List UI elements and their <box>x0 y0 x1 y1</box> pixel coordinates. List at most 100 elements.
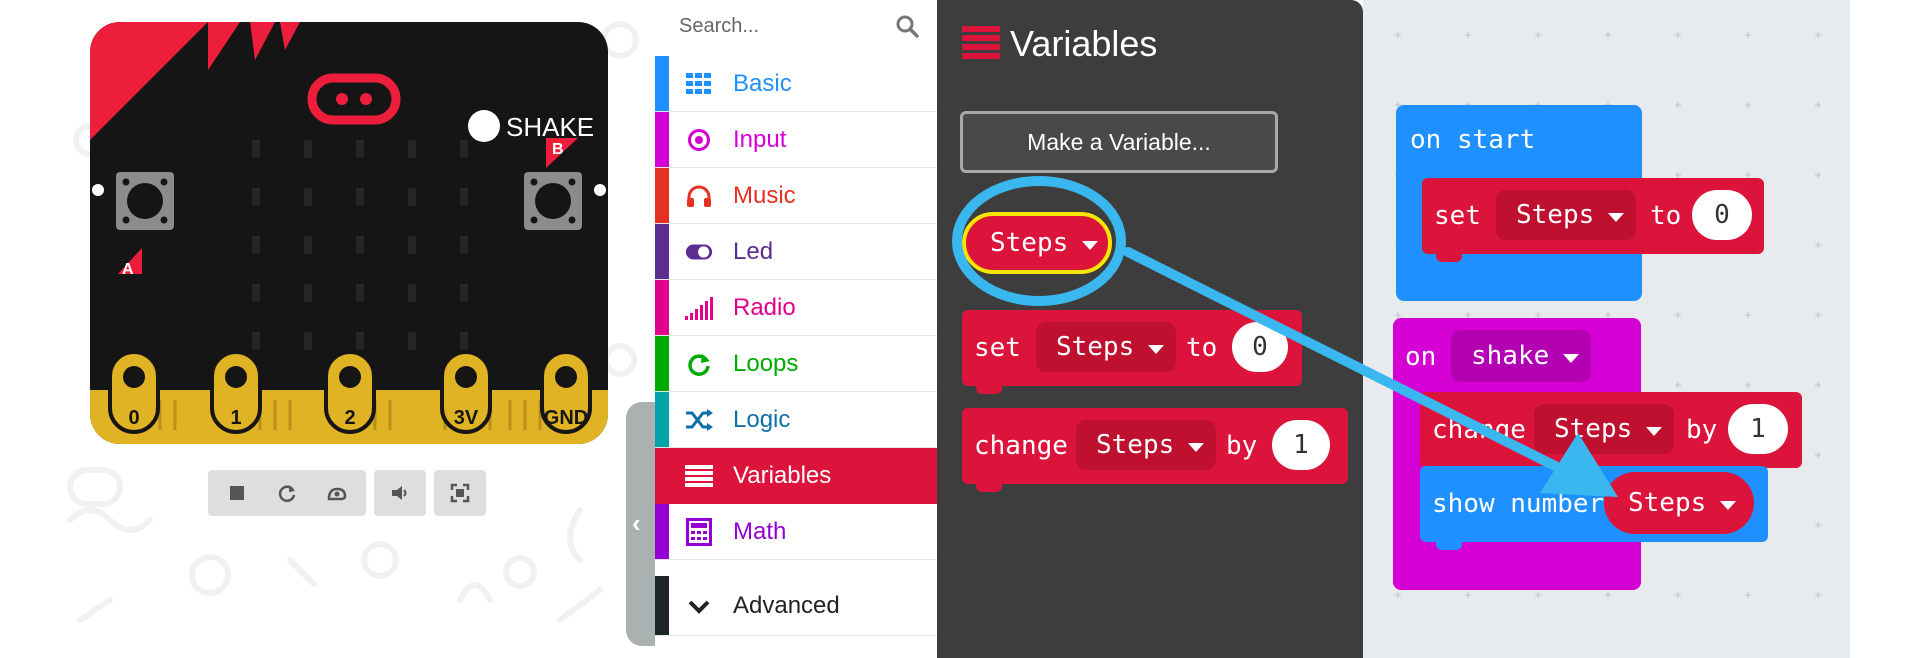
category-radio[interactable]: Radio <box>655 280 937 336</box>
pin-label: GND <box>544 407 588 429</box>
dropdown-value: Steps <box>1056 332 1135 362</box>
collapse-simulator-handle[interactable] <box>626 402 658 646</box>
calculator-icon <box>685 518 713 546</box>
headphones-icon <box>685 183 713 209</box>
search-icon[interactable] <box>895 14 921 40</box>
restart-button[interactable] <box>262 482 312 504</box>
category-color-bar <box>655 504 669 559</box>
list-icon <box>685 463 713 489</box>
block-keyword: show number <box>1432 489 1605 519</box>
sound-button[interactable] <box>374 470 426 516</box>
block-notch <box>976 380 1002 394</box>
block-notch <box>1436 248 1462 262</box>
chevron-down-icon <box>1646 426 1663 436</box>
variable-dropdown[interactable]: Steps <box>1036 322 1176 372</box>
category-label: Music <box>733 182 796 209</box>
flyout-title: Variables <box>1010 23 1158 64</box>
chevron-down-icon <box>1720 500 1737 510</box>
block-notch <box>1436 536 1462 550</box>
stop-button[interactable] <box>212 482 262 504</box>
page-margin <box>1850 0 1920 658</box>
make-variable-button[interactable]: Make a Variable... <box>960 111 1278 173</box>
category-math[interactable]: Math <box>655 504 937 560</box>
category-logic[interactable]: Logic <box>655 392 937 448</box>
category-color-bar <box>655 392 669 447</box>
signal-bars-icon <box>685 295 713 321</box>
chevron-left-icon: ‹ <box>632 508 641 538</box>
block-keyword: change <box>974 431 1068 461</box>
set-variable-block[interactable]: set Steps to 0 <box>962 310 1302 386</box>
fullscreen-button[interactable] <box>434 470 486 516</box>
category-label: Radio <box>733 294 796 321</box>
event-dropdown[interactable]: shake <box>1451 330 1591 382</box>
show-number-block[interactable]: show number Steps <box>1420 466 1768 542</box>
toggle-icon <box>685 239 713 265</box>
category-label: Variables <box>733 462 832 489</box>
category-label: Advanced <box>733 592 840 619</box>
button-b-label: B <box>552 141 564 158</box>
category-color-bar <box>655 112 669 167</box>
shuffle-icon <box>685 407 713 433</box>
change-variable-block[interactable]: change Steps by 1 <box>1420 392 1802 468</box>
dropdown-value: Steps <box>1516 200 1595 230</box>
chevron-down-icon <box>1608 212 1625 222</box>
sim-controls-group <box>208 470 366 516</box>
block-keyword: change <box>1432 415 1526 445</box>
block-label: on start <box>1410 125 1536 155</box>
search-input[interactable] <box>677 14 881 39</box>
variable-name: Steps <box>1628 488 1707 518</box>
dropdown-value: shake <box>1471 341 1550 371</box>
shake-label: SHAKE <box>506 112 594 142</box>
slow-motion-icon <box>327 487 347 501</box>
stop-icon <box>230 486 244 500</box>
list-icon <box>962 26 1000 59</box>
category-advanced[interactable]: Advanced <box>655 576 937 636</box>
target-icon <box>685 127 713 153</box>
variable-reporter-steps[interactable]: Steps <box>962 212 1112 274</box>
chevron-down-icon <box>1148 344 1165 354</box>
number-input[interactable]: 0 <box>1232 322 1288 372</box>
number-input[interactable]: 1 <box>1272 420 1330 470</box>
chevron-down-icon <box>685 594 713 620</box>
dropdown-value: Steps <box>1554 414 1633 444</box>
number-input[interactable]: 0 <box>1692 190 1752 240</box>
variable-dropdown[interactable]: Steps <box>1496 190 1636 240</box>
block-keyword: to <box>1650 201 1682 231</box>
category-color-bar <box>655 56 669 111</box>
variable-dropdown[interactable]: Steps <box>1534 404 1674 454</box>
block-notch <box>976 478 1002 492</box>
category-label: Math <box>733 518 787 545</box>
category-color-bar <box>655 168 669 223</box>
change-variable-block[interactable]: change Steps by 1 <box>962 408 1348 484</box>
category-variables[interactable]: Variables <box>655 448 937 504</box>
shake-icon <box>468 110 500 142</box>
dropdown-value: Steps <box>1096 430 1175 460</box>
variable-reporter-steps[interactable]: Steps <box>1604 472 1754 534</box>
microbit-board[interactable]: SHAKE A B 0 1 2 3V GND <box>90 22 608 444</box>
category-basic[interactable]: Basic <box>655 56 937 112</box>
number-input[interactable]: 1 <box>1728 404 1788 454</box>
block-keyword: set <box>1434 201 1481 231</box>
category-loops[interactable]: Loops <box>655 336 937 392</box>
grid-icon <box>685 71 713 97</box>
chevron-down-icon <box>1188 442 1205 452</box>
fullscreen-icon <box>450 483 470 503</box>
category-label: Loops <box>733 350 799 377</box>
variable-dropdown[interactable]: Steps <box>1076 420 1216 470</box>
set-variable-block[interactable]: set Steps to 0 <box>1422 178 1764 254</box>
category-color-bar <box>655 336 669 391</box>
category-label: Led <box>733 238 774 265</box>
slow-motion-button[interactable] <box>312 482 362 504</box>
chevron-down-icon <box>1563 353 1580 363</box>
category-label: Input <box>733 126 787 153</box>
search-box <box>655 0 937 56</box>
button-a-label: A <box>122 261 134 278</box>
category-music[interactable]: Music <box>655 168 937 224</box>
category-input[interactable]: Input <box>655 112 937 168</box>
category-led[interactable]: Led <box>655 224 937 280</box>
pin-label: 1 <box>230 407 241 429</box>
chevron-down-icon <box>1082 240 1099 250</box>
block-keyword: by <box>1226 431 1258 461</box>
restart-icon <box>278 485 296 502</box>
toolbox: Basic Input Music Led Radio <box>655 0 937 658</box>
